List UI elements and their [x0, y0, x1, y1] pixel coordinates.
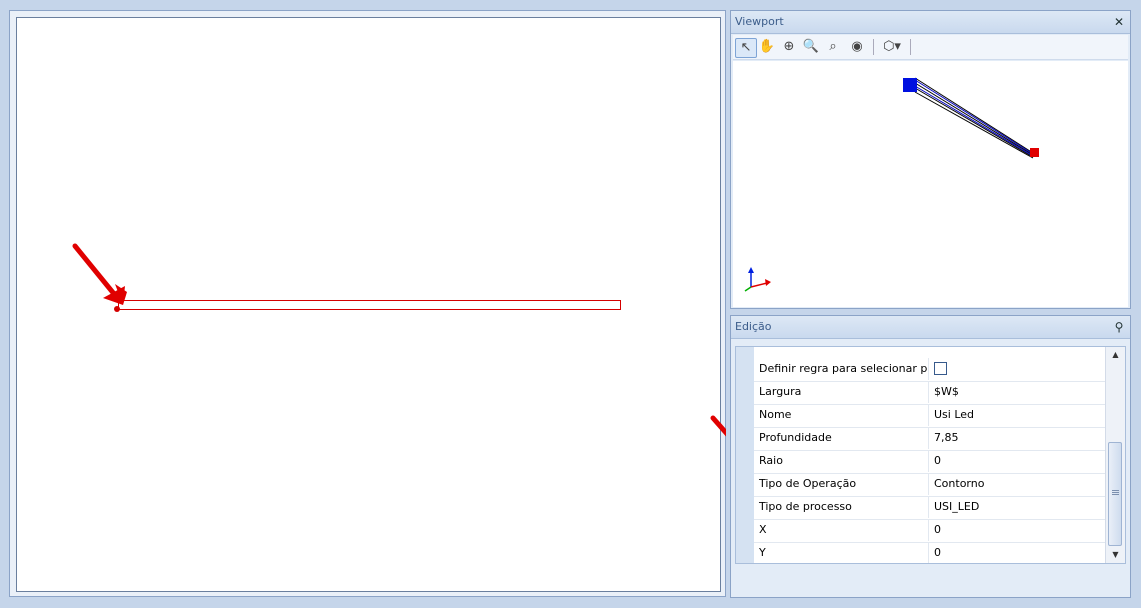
viewport-panel-header: Viewport ✕: [731, 11, 1130, 34]
viewport-start-marker: [903, 78, 917, 92]
led-groove-outline[interactable]: [118, 300, 621, 310]
zoom-extents-icon[interactable]: ⌕: [823, 38, 843, 56]
property-name: Largura: [754, 381, 929, 403]
property-row-nome[interactable]: Nome Usi Led: [754, 404, 1105, 428]
zoom-plus-icon[interactable]: ⊕: [779, 38, 799, 56]
property-value[interactable]: 0: [930, 450, 1105, 472]
axis-triad-icon: [744, 267, 771, 292]
viewport-end-marker: [1030, 148, 1039, 157]
edit-panel-header: Edição ⚲: [731, 316, 1130, 339]
rule-checkbox[interactable]: [934, 361, 947, 375]
property-row-tipo-processo[interactable]: Tipo de processo USI_LED: [754, 496, 1105, 520]
edit-panel-title: Edição: [735, 320, 772, 333]
property-name: Tipo de Operação: [754, 473, 929, 495]
property-value[interactable]: 7,85: [930, 427, 1105, 449]
drawing-canvas-pane: [9, 10, 726, 597]
property-row-profundidade[interactable]: Profundidade 7,85: [754, 427, 1105, 451]
viewport-3d-view[interactable]: [733, 61, 1128, 307]
property-value[interactable]: [930, 358, 1105, 380]
pin-icon[interactable]: ⚲: [1112, 316, 1126, 338]
property-name: Profundidade: [754, 427, 929, 449]
property-value[interactable]: Contorno: [930, 473, 1105, 495]
property-value[interactable]: $W$: [930, 381, 1105, 403]
close-icon[interactable]: ✕: [1112, 11, 1126, 33]
pan-hand-icon[interactable]: ✋: [757, 38, 777, 56]
property-value[interactable]: 0: [930, 542, 1105, 563]
toolbar-separator: [910, 39, 911, 55]
scroll-thumb[interactable]: [1108, 442, 1122, 546]
property-row-raio[interactable]: Raio 0: [754, 450, 1105, 474]
drawing-canvas[interactable]: [16, 17, 721, 592]
scroll-down-arrow-icon[interactable]: ▼: [1106, 547, 1125, 563]
scroll-up-arrow-icon[interactable]: ▲: [1106, 347, 1125, 363]
edit-panel: Edição ⚲ Definir regra para selecionar p…: [730, 315, 1131, 598]
property-name: Raio: [754, 450, 929, 472]
property-name: Nome: [754, 404, 929, 426]
property-row-definir-regra[interactable]: Definir regra para selecionar pro...: [754, 358, 1105, 382]
property-value[interactable]: USI_LED: [930, 496, 1105, 518]
property-value[interactable]: Usi Led: [930, 404, 1105, 426]
property-name: Definir regra para selecionar pro...: [754, 358, 929, 380]
viewport-toolbar: ↖ ✋ ⊕ 🔍 ⌕ ◉ ⬡▾: [733, 35, 1128, 60]
property-name: Tipo de processo: [754, 496, 929, 518]
zoom-window-icon[interactable]: 🔍: [801, 38, 821, 56]
property-row-tipo-operacao[interactable]: Tipo de Operação Contorno: [754, 473, 1105, 497]
viewport-panel-title: Viewport: [735, 15, 784, 28]
property-grid-gutter: [736, 347, 754, 563]
viewport-scene: [744, 77, 1039, 292]
pointer-select-icon[interactable]: ↖: [735, 38, 757, 58]
property-name: X: [754, 519, 929, 541]
property-row-x[interactable]: X 0: [754, 519, 1105, 543]
red-arrow-annotation-icon: [72, 243, 127, 305]
viewport-panel: Viewport ✕ ↖ ✋ ⊕ 🔍 ⌕ ◉ ⬡▾: [730, 10, 1131, 309]
toolbar-separator: [873, 39, 874, 55]
property-grid: Definir regra para selecionar pro... Lar…: [735, 346, 1126, 564]
property-row-y[interactable]: Y 0: [754, 542, 1105, 563]
property-name: Y: [754, 542, 929, 563]
property-row-largura[interactable]: Largura $W$: [754, 381, 1105, 405]
view-cube-dropdown-icon[interactable]: ⬡▾: [878, 38, 906, 56]
property-grid-scrollbar[interactable]: ▲ ▼: [1105, 347, 1125, 563]
orbit-eye-icon[interactable]: ◉: [847, 38, 867, 56]
property-value[interactable]: 0: [930, 519, 1105, 541]
